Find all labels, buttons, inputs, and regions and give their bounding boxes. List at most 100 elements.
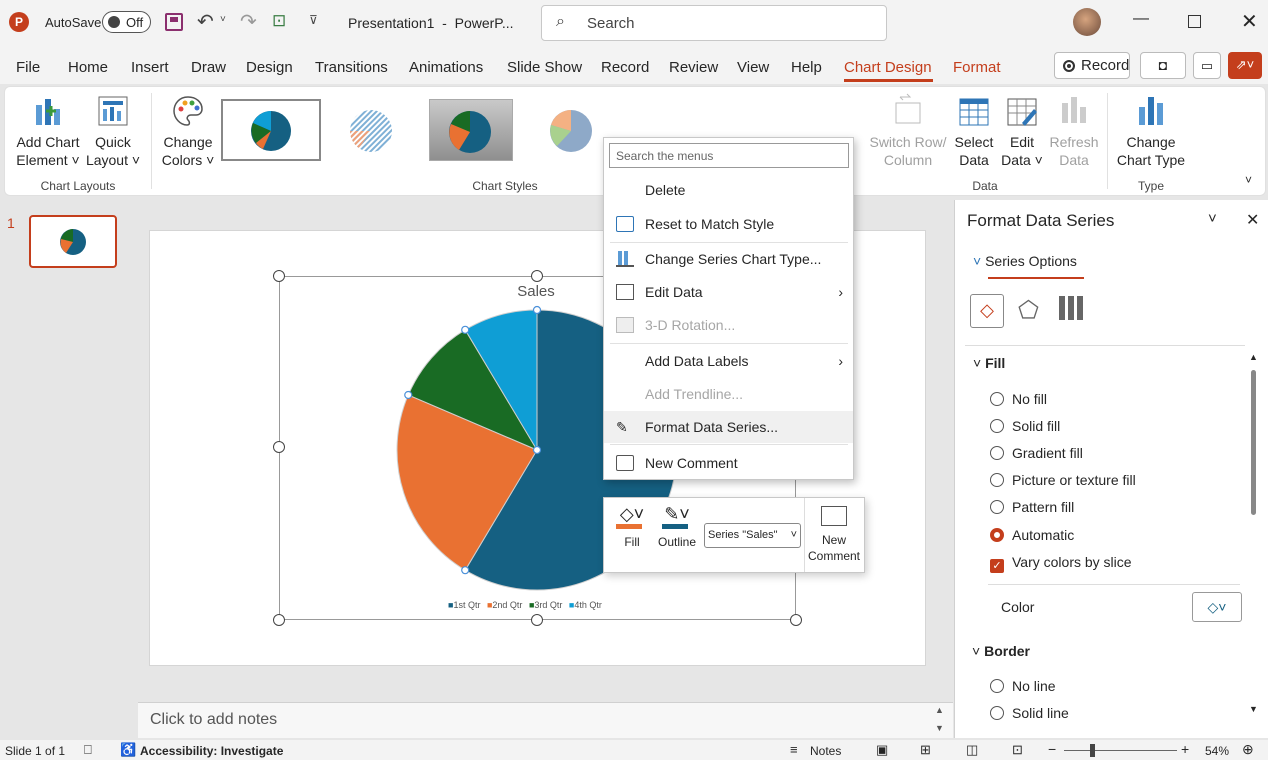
- fill-option-gradient-fill[interactable]: Gradient fill: [990, 445, 1083, 461]
- tab-draw[interactable]: Draw: [191, 59, 226, 76]
- resize-handle[interactable]: [273, 614, 285, 626]
- change-colors-button[interactable]: Change Colors ˅: [157, 93, 219, 169]
- comments-button[interactable]: ▭: [1193, 52, 1221, 79]
- zoom-slider-thumb[interactable]: [1090, 744, 1095, 757]
- border-section-header[interactable]: ˅ Border: [972, 643, 1030, 659]
- menu-item-edit-data[interactable]: Edit Data ›: [604, 276, 853, 308]
- chart-style-1[interactable]: [221, 99, 321, 161]
- accessibility-icon[interactable]: ♿: [120, 742, 136, 758]
- zoom-level[interactable]: 54%: [1205, 744, 1229, 758]
- spell-check-icon[interactable]: ⎕: [84, 742, 92, 758]
- series-selection-handle[interactable]: [532, 305, 542, 315]
- tab-record[interactable]: Record: [601, 59, 649, 76]
- menu-search-input[interactable]: Search the menus: [609, 143, 849, 168]
- resize-handle[interactable]: [273, 270, 285, 282]
- select-data-button[interactable]: Select Data: [951, 93, 997, 169]
- outline-button[interactable]: ✎˅ Outline: [656, 504, 698, 549]
- tab-view[interactable]: View: [737, 59, 769, 76]
- menu-item-format-data-series[interactable]: ✎ Format Data Series...: [604, 411, 853, 443]
- fit-to-window-icon[interactable]: ⊕: [1242, 741, 1254, 758]
- refresh-data-button[interactable]: Refresh Data: [1049, 93, 1099, 169]
- fill-option-no-fill[interactable]: No fill: [990, 391, 1047, 407]
- fill-line-tab[interactable]: ◇: [970, 294, 1004, 328]
- panel-scroll-down-icon[interactable]: ▼: [1249, 704, 1258, 714]
- collapse-ribbon-icon[interactable]: ˅: [1245, 173, 1252, 187]
- panel-scroll-up-icon[interactable]: ▲: [1249, 352, 1258, 362]
- avatar[interactable]: [1073, 8, 1101, 36]
- tab-format[interactable]: Format: [953, 59, 1001, 76]
- undo-icon[interactable]: ↶: [197, 9, 214, 34]
- redo-icon[interactable]: ↷: [240, 9, 257, 34]
- scroll-down-icon[interactable]: ▼: [935, 723, 944, 733]
- tab-animations[interactable]: Animations: [409, 59, 483, 76]
- notes-icon[interactable]: ≡: [790, 742, 798, 757]
- menu-item-change-series-chart-type[interactable]: Change Series Chart Type...: [604, 243, 853, 275]
- effects-pentagon-icon[interactable]: ⬠: [1018, 296, 1039, 325]
- series-selection-handle[interactable]: [461, 325, 470, 334]
- chart-style-2[interactable]: [331, 99, 411, 161]
- share-button[interactable]: ⇗˅: [1228, 52, 1262, 79]
- notes-button[interactable]: Notes: [810, 744, 841, 758]
- resize-handle[interactable]: [531, 614, 543, 626]
- minimize-icon[interactable]: —: [1133, 10, 1149, 28]
- menu-item-reset-style[interactable]: Reset to Match Style: [604, 208, 853, 240]
- fill-option-solid-fill[interactable]: Solid fill: [990, 418, 1060, 434]
- series-selection-handle[interactable]: [461, 566, 470, 575]
- slide-sorter-icon[interactable]: ⊞: [920, 742, 931, 758]
- panel-close-icon[interactable]: ✕: [1246, 210, 1259, 230]
- series-options-tab[interactable]: ˅ Series Options: [973, 253, 1077, 269]
- vary-colors-checkbox[interactable]: ✓ Vary colors by slice: [990, 554, 1132, 573]
- present-icon[interactable]: ⊡: [272, 11, 286, 31]
- accessibility-status[interactable]: Accessibility: Investigate: [140, 744, 283, 758]
- tab-help[interactable]: Help: [791, 59, 822, 76]
- fill-button[interactable]: ◇˅ Fill: [614, 504, 650, 549]
- tab-chart-design[interactable]: Chart Design: [844, 59, 932, 76]
- edit-data-button[interactable]: Edit Data ˅: [999, 93, 1045, 169]
- switch-row-column-button[interactable]: Switch Row/ Column: [867, 93, 949, 169]
- autosave-toggle[interactable]: Off: [102, 11, 151, 33]
- color-picker-button[interactable]: ◇˅: [1192, 592, 1242, 622]
- border-option-no-line[interactable]: No line: [990, 678, 1056, 694]
- series-options-bar-icon[interactable]: [1059, 296, 1083, 320]
- slideshow-icon[interactable]: ⊡: [1012, 742, 1023, 758]
- tab-slide-show[interactable]: Slide Show: [507, 59, 582, 76]
- menu-item-add-data-labels[interactable]: Add Data Labels ›: [604, 345, 853, 377]
- close-window-icon[interactable]: ✕: [1241, 9, 1258, 34]
- document-title[interactable]: Presentation1 - PowerP...: [348, 15, 514, 31]
- save-icon[interactable]: [165, 13, 183, 31]
- tab-home[interactable]: Home: [68, 59, 108, 76]
- tab-review[interactable]: Review: [669, 59, 718, 76]
- add-chart-element-button[interactable]: Add Chart Element ˅: [13, 93, 83, 169]
- zoom-out-icon[interactable]: −: [1048, 741, 1056, 757]
- tab-file[interactable]: File: [16, 59, 40, 76]
- tab-insert[interactable]: Insert: [131, 59, 169, 76]
- panel-options-icon[interactable]: ˅: [1208, 210, 1217, 227]
- tab-transitions[interactable]: Transitions: [315, 59, 388, 76]
- quick-layout-button[interactable]: Quick Layout ˅: [85, 93, 141, 169]
- search-box[interactable]: ⌕ Search: [541, 5, 887, 41]
- menu-item-new-comment[interactable]: New Comment: [604, 447, 853, 479]
- record-button[interactable]: Record: [1054, 52, 1130, 79]
- series-selection-handle[interactable]: [532, 445, 542, 455]
- resize-handle[interactable]: [531, 270, 543, 282]
- normal-view-icon[interactable]: ▣: [876, 742, 888, 758]
- fill-option-automatic[interactable]: Automatic: [990, 527, 1074, 543]
- notes-pane[interactable]: Click to add notes ▲ ▼: [138, 702, 953, 738]
- fill-option-picture-texture[interactable]: Picture or texture fill: [990, 472, 1136, 488]
- chart-style-4[interactable]: [531, 99, 611, 161]
- scroll-up-icon[interactable]: ▲: [935, 705, 944, 715]
- teams-button[interactable]: ◘: [1140, 52, 1186, 79]
- series-select[interactable]: Series "Sales" ˅: [704, 523, 801, 548]
- border-option-solid-line[interactable]: Solid line: [990, 705, 1069, 721]
- undo-dropdown-icon[interactable]: ˅: [220, 14, 226, 25]
- fill-section-header[interactable]: ˅ Fill: [973, 355, 1005, 371]
- new-comment-button[interactable]: New Comment: [805, 504, 863, 564]
- resize-handle[interactable]: [273, 441, 285, 453]
- slide-thumbnail[interactable]: [29, 215, 117, 268]
- series-selection-handle[interactable]: [404, 390, 413, 400]
- menu-item-delete[interactable]: Delete: [604, 174, 853, 206]
- change-chart-type-button[interactable]: Change Chart Type: [1113, 93, 1189, 169]
- chart-legend[interactable]: ■1st Qtr ■2nd Qtr ■3rd Qtr ■4th Qtr: [448, 600, 602, 610]
- tab-design[interactable]: Design: [246, 59, 293, 76]
- maximize-icon[interactable]: [1188, 15, 1201, 28]
